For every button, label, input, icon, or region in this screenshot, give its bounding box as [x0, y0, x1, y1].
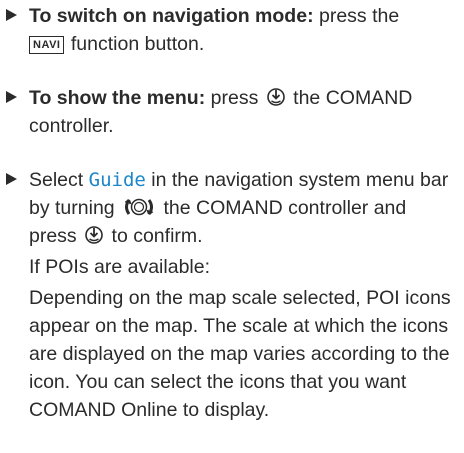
triangle-bullet-icon — [6, 9, 17, 21]
step-instruction: press — [205, 87, 259, 109]
description-paragraph: Depending on the map scale selected, POI… — [29, 287, 451, 421]
condition-text: If POIs are available: — [29, 256, 211, 278]
controller-press-icon — [266, 88, 285, 106]
step-instruction: to confirm. — [106, 225, 203, 247]
menu-item-guide: Guide — [88, 169, 146, 191]
step-select-guide: Select Guide in the navigation system me… — [6, 166, 458, 424]
navi-key-label: NAVI — [29, 36, 65, 54]
step-switch-navigation-mode: To switch on navigation mode: press the … — [6, 2, 458, 58]
manual-page: To switch on navigation mode: press the … — [0, 0, 464, 453]
controller-press-icon — [85, 226, 103, 244]
step-instruction: Select — [29, 169, 89, 191]
step-text: To show the menu: press the COMAND contr… — [29, 84, 458, 140]
step-text: To switch on navigation mode: press the … — [29, 2, 458, 58]
step-instruction: press the — [313, 5, 400, 27]
step-heading: To show the menu: — [29, 87, 206, 109]
controller-turn-icon — [124, 198, 154, 216]
step-heading: To switch on navigation mode: — [29, 5, 314, 27]
triangle-bullet-icon — [6, 91, 17, 103]
step-instruction: function button. — [65, 33, 205, 55]
step-show-menu: To show the menu: press the COMAND contr… — [6, 84, 458, 140]
triangle-bullet-icon — [6, 173, 17, 185]
step-text: Select Guide in the navigation system me… — [29, 166, 458, 424]
